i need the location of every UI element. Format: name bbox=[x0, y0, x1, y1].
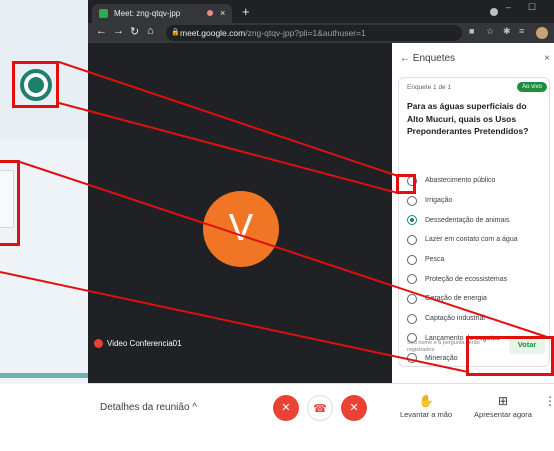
annotation-line bbox=[58, 61, 399, 177]
annotation-line bbox=[58, 102, 399, 194]
annotation-line bbox=[19, 161, 551, 339]
annotation-lines bbox=[0, 61, 551, 373]
